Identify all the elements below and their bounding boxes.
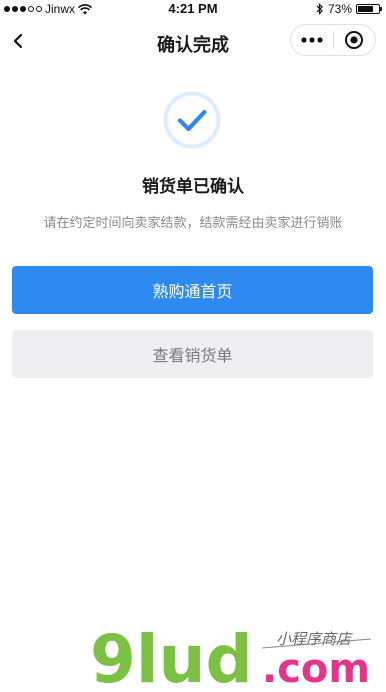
status-right: 73% (316, 2, 382, 16)
record-circle-icon (345, 31, 364, 49)
battery-level (358, 6, 373, 12)
navigation-bar: 确认完成 (0, 18, 386, 64)
battery-percent: 73% (327, 2, 352, 16)
bluetooth-icon (316, 3, 323, 15)
screen: Jinwx 4:21 PM 73% 确认完成 销货单已确认 请在约定时间向卖家结… (0, 0, 386, 692)
more-button[interactable] (291, 25, 333, 55)
battery-icon (356, 4, 382, 14)
watermark-tagline: 小程序商店 (276, 630, 353, 648)
watermark-brand: 9lud (90, 621, 253, 692)
home-button[interactable]: 熟购通首页 (12, 266, 373, 314)
view-sales-order-button[interactable]: 查看销货单 (12, 330, 373, 378)
watermark-logo: 9lud .com 小程序商店 (90, 621, 372, 692)
result-title: 销货单已确认 (142, 177, 244, 196)
result-description: 请在约定时间向卖家结款，结款需经由卖家进行销账 (43, 215, 343, 230)
status-bar: Jinwx 4:21 PM 73% (0, 0, 386, 18)
miniprogram-capsule (290, 24, 376, 56)
check-circle-icon (163, 91, 221, 149)
watermark-domain: .com (262, 646, 370, 692)
close-miniprogram-button[interactable] (333, 25, 375, 55)
more-dots-icon (301, 37, 323, 43)
